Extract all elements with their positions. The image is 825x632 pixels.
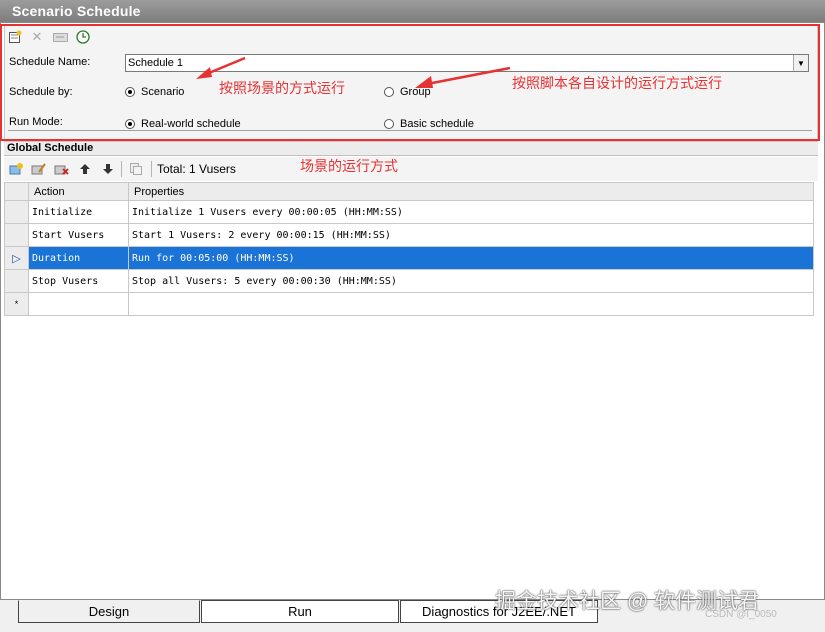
radio-scenario-label: Scenario: [141, 86, 185, 98]
edit-action-icon[interactable]: [30, 161, 46, 177]
window-title: Scenario Schedule: [0, 0, 825, 22]
global-schedule-title: Global Schedule: [4, 142, 818, 156]
action-cell-empty[interactable]: [28, 292, 129, 316]
global-schedule-toolbar: [4, 157, 818, 181]
total-vusers: Total: 1 Vusers: [157, 162, 236, 176]
radio-unselected-icon: [384, 119, 394, 129]
grid-header-row: Action Properties: [4, 182, 814, 201]
properties-cell[interactable]: Start 1 Vusers: 2 every 00:00:15 (HH:MM:…: [128, 223, 814, 247]
new-row[interactable]: *: [4, 292, 814, 316]
column-header-action[interactable]: Action: [28, 182, 129, 201]
schedule-by-label: Schedule by:: [9, 86, 73, 98]
table-row[interactable]: Start Vusers Start 1 Vusers: 2 every 00:…: [4, 223, 814, 247]
properties-cell-empty[interactable]: [128, 292, 814, 316]
new-schedule-icon[interactable]: [7, 29, 23, 45]
annotation-global: 场景的运行方式: [300, 158, 398, 174]
schedule-clock-icon[interactable]: [75, 29, 91, 45]
annotation-scenario: 按照场景的方式运行: [219, 80, 345, 96]
run-mode-label: Run Mode:: [9, 116, 63, 128]
row-header[interactable]: [4, 223, 29, 247]
action-cell[interactable]: Stop Vusers: [28, 269, 129, 293]
table-row-selected[interactable]: ▷ Duration Run for 00:05:00 (HH:MM:SS): [4, 246, 814, 270]
delete-action-icon[interactable]: [53, 161, 69, 177]
radio-basic[interactable]: Basic schedule: [384, 118, 474, 130]
action-cell[interactable]: Duration: [28, 246, 129, 270]
radio-unselected-icon: [384, 87, 394, 97]
annotation-arrow-icon: [415, 66, 511, 88]
row-header[interactable]: [4, 269, 29, 293]
toolbar-separator: [151, 161, 152, 177]
add-action-icon[interactable]: [8, 161, 24, 177]
row-header-corner: [4, 182, 29, 201]
radio-real-world[interactable]: Real-world schedule: [125, 118, 241, 130]
delete-icon[interactable]: ✕: [29, 29, 45, 45]
tab-run[interactable]: Run: [201, 600, 399, 623]
selected-row-indicator-icon[interactable]: ▷: [4, 246, 29, 270]
schedule-grid: Action Properties Initialize Initialize …: [4, 182, 814, 316]
radio-selected-icon: [125, 87, 135, 97]
radio-selected-icon: [125, 119, 135, 129]
watermark-csdn: CSDN @I_0050: [705, 609, 777, 620]
move-down-icon[interactable]: [100, 161, 116, 177]
toolbar-separator: [121, 161, 122, 177]
column-header-properties[interactable]: Properties: [128, 182, 814, 201]
properties-cell[interactable]: Run for 00:05:00 (HH:MM:SS): [128, 246, 814, 270]
new-row-marker: *: [4, 292, 29, 316]
table-row[interactable]: Initialize Initialize 1 Vusers every 00:…: [4, 200, 814, 224]
chevron-down-icon[interactable]: ▼: [793, 55, 808, 71]
copy-icon[interactable]: [128, 161, 144, 177]
tab-design[interactable]: Design: [18, 600, 200, 623]
radio-scenario[interactable]: Scenario: [125, 86, 184, 98]
radio-basic-label: Basic schedule: [400, 118, 474, 130]
move-up-icon[interactable]: [77, 161, 93, 177]
radio-real-world-label: Real-world schedule: [141, 118, 241, 130]
row-header[interactable]: [4, 200, 29, 224]
table-row[interactable]: Stop Vusers Stop all Vusers: 5 every 00:…: [4, 269, 814, 293]
schedule-name-label: Schedule Name:: [9, 56, 91, 68]
action-cell[interactable]: Start Vusers: [28, 223, 129, 247]
rename-icon[interactable]: [52, 29, 68, 45]
properties-cell[interactable]: Stop all Vusers: 5 every 00:00:30 (HH:MM…: [128, 269, 814, 293]
action-cell[interactable]: Initialize: [28, 200, 129, 224]
divider: [8, 130, 812, 131]
annotation-group: 按照脚本各自设计的运行方式运行: [512, 75, 722, 91]
properties-cell[interactable]: Initialize 1 Vusers every 00:00:05 (HH:M…: [128, 200, 814, 224]
